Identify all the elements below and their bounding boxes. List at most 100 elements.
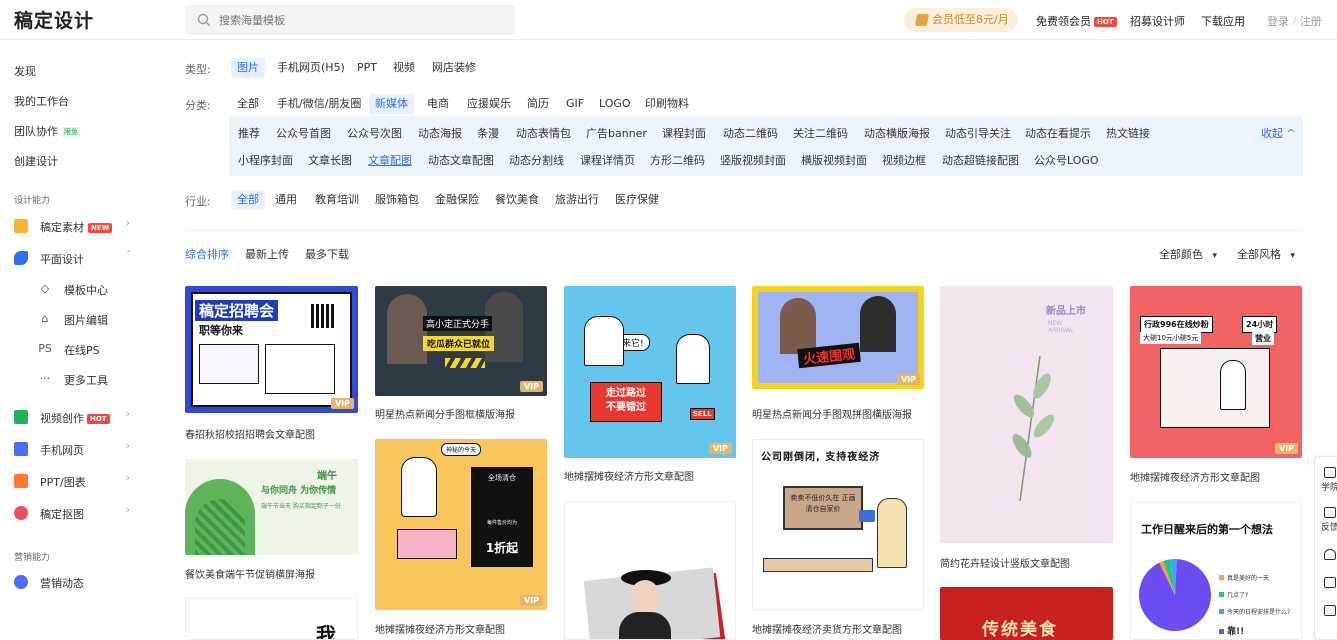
ind-education[interactable]: 教育培训 xyxy=(309,190,365,210)
card-caption[interactable]: 地摊摆摊夜经济方形文章配图 xyxy=(1130,469,1260,484)
subcat-subRow2-11[interactable]: 公众号LOGO xyxy=(1034,152,1099,168)
sidebar-item-h5[interactable]: 手机网页 › xyxy=(14,439,144,459)
template-card[interactable] xyxy=(564,501,736,640)
subcat-subRow1-1[interactable]: 公众号首图 xyxy=(276,125,331,141)
ind-all[interactable]: 全部 xyxy=(231,190,265,210)
cat-print[interactable]: 印刷物料 xyxy=(639,94,695,114)
ind-medical[interactable]: 医疗保健 xyxy=(609,190,665,210)
subcat-subRow2-6[interactable]: 方形二维码 xyxy=(650,152,705,168)
template-card[interactable]: 火速围观 VIP xyxy=(752,286,924,389)
cat-ecommerce[interactable]: 电商 xyxy=(421,94,455,114)
card-caption[interactable]: 餐饮美食端午节促销横屏海报 xyxy=(185,566,315,581)
subcat-subRow1-0[interactable]: 推荐 xyxy=(238,125,260,141)
cat-entertainment[interactable]: 应援娱乐 xyxy=(461,94,517,114)
subcat-subRow2-3[interactable]: 动态文章配图 xyxy=(428,152,494,168)
feedback-button[interactable]: 反馈 xyxy=(1315,507,1337,533)
ind-travel[interactable]: 旅游出行 xyxy=(549,190,605,210)
sidebar-item-graphic[interactable]: 平面设计 ˆ xyxy=(14,248,144,268)
subcat-subRow1-6[interactable]: 广告banner xyxy=(586,125,647,141)
type-ppt[interactable]: PPT xyxy=(351,58,383,78)
sort-most-downloaded[interactable]: 最多下载 xyxy=(305,246,349,262)
subcat-subRow2-7[interactable]: 竖版视频封面 xyxy=(720,152,786,168)
template-card[interactable]: 工作日醒来后的第一个想法 真是美好的一天 几点了? 今天的日程安排是什么? 靠!! xyxy=(1130,502,1302,640)
template-card[interactable]: 端午 与你同舟 为你传情 端午节当天 购买指定粽子一份 xyxy=(185,459,358,555)
subcat-subRow1-10[interactable]: 动态横版海报 xyxy=(864,125,930,141)
sidebar-sub-more-tools[interactable]: ··· 更多工具 xyxy=(38,369,148,389)
template-card[interactable]: 神秘的今天 全场清仓 每件售价均为 1折起 VIP xyxy=(375,439,547,610)
subcat-subRow1-5[interactable]: 动态表情包 xyxy=(516,125,571,141)
type-h5[interactable]: 手机网页(H5) xyxy=(271,58,351,78)
message-button[interactable] xyxy=(1315,577,1337,590)
search-box[interactable] xyxy=(185,5,515,35)
sidebar-item-ppt[interactable]: PPT/图表 › xyxy=(14,471,144,491)
free-vip-link[interactable]: 免费领会员 HOT xyxy=(1036,13,1117,29)
template-card[interactable]: 稿定招聘会 职等你来 VIP xyxy=(185,286,358,413)
recruit-designer-link[interactable]: 招募设计师 xyxy=(1130,13,1185,29)
type-video[interactable]: 视频 xyxy=(387,58,421,78)
card-caption[interactable]: 春招秋招校招招聘会文章配图 xyxy=(185,426,315,441)
template-card[interactable]: 来它! 走过路过 不要错过 SELL VIP xyxy=(564,286,736,458)
sort-comprehensive[interactable]: 综合排序 xyxy=(185,246,229,262)
cat-gif[interactable]: GIF xyxy=(560,94,590,114)
subcat-subRow2-5[interactable]: 课程详情页 xyxy=(580,152,635,168)
subcat-subRow1-8[interactable]: 动态二维码 xyxy=(723,125,778,141)
subcat-subRow2-1[interactable]: 文章长图 xyxy=(308,152,352,168)
subcat-subRow1-3[interactable]: 动态海报 xyxy=(418,125,462,141)
cat-all[interactable]: 全部 xyxy=(231,94,265,114)
subcat-subRow2-2[interactable]: 文章配图 xyxy=(368,152,412,168)
subcat-subRow1-7[interactable]: 课程封面 xyxy=(662,125,706,141)
subcat-subRow1-13[interactable]: 热文链接 xyxy=(1106,125,1150,141)
subcat-subRow1-4[interactable]: 条漫 xyxy=(477,125,499,141)
login-link[interactable]: 登录 xyxy=(1267,15,1289,28)
color-dropdown[interactable]: 全部颜色 ▾ xyxy=(1159,246,1217,262)
subcat-subRow1-12[interactable]: 动态在看提示 xyxy=(1025,125,1091,141)
sidebar-item-material[interactable]: 稿定素材 NEW › xyxy=(14,216,144,236)
subcat-subRow2-0[interactable]: 小程序封面 xyxy=(238,152,293,168)
sidebar-item-workspace[interactable]: 我的工作台 xyxy=(14,93,69,109)
subcat-subRow2-10[interactable]: 动态超链接配图 xyxy=(942,152,1019,168)
style-dropdown[interactable]: 全部风格 ▾ xyxy=(1237,246,1295,262)
sidebar-item-video[interactable]: 视频创作 HOT › xyxy=(14,407,144,427)
card-caption[interactable]: 简约花卉轻设计竖版文章配图 xyxy=(940,555,1070,570)
template-card[interactable]: 公司刚倒闭, 支持夜经济 卖卖不低价久在 正画清仓自家价 xyxy=(752,439,924,610)
subcat-subRow1-2[interactable]: 公众号次图 xyxy=(347,125,402,141)
brand-logo[interactable]: 稿定设计 xyxy=(14,6,94,33)
ind-general[interactable]: 通用 xyxy=(269,190,303,210)
card-caption[interactable]: 地摊摆摊夜经济方形文章配图 xyxy=(564,468,694,483)
help-button[interactable] xyxy=(1315,605,1337,618)
subcat-subRow1-11[interactable]: 动态引导关注 xyxy=(945,125,1011,141)
sidebar-sub-online-ps[interactable]: PS 在线PS xyxy=(38,339,148,359)
type-image[interactable]: 图片 xyxy=(231,58,265,78)
sidebar-item-marketing[interactable]: 营销动态 xyxy=(14,572,144,592)
sidebar-item-create[interactable]: 创建设计 xyxy=(14,153,58,169)
ind-fashion[interactable]: 服饰箱包 xyxy=(369,190,425,210)
cat-resume[interactable]: 简历 xyxy=(521,94,555,114)
cat-new-media[interactable]: 新媒体 xyxy=(369,94,414,114)
subcat-subRow1-9[interactable]: 关注二维码 xyxy=(793,125,848,141)
sort-newest[interactable]: 最新上传 xyxy=(245,246,289,262)
subcat-subRow2-4[interactable]: 动态分割线 xyxy=(509,152,564,168)
template-card[interactable]: 高小定正式分手 吃瓜群众已就位 VIP xyxy=(375,286,547,396)
download-app-link[interactable]: 下载应用 xyxy=(1201,13,1245,29)
vip-price-badge[interactable]: 会员低至8元/月 xyxy=(904,8,1018,32)
support-button[interactable] xyxy=(1315,549,1337,562)
sidebar-sub-image-edit[interactable]: ⌂ 图片编辑 xyxy=(38,309,148,329)
template-card[interactable]: 新品上市 NEW ARRIVAL xyxy=(940,286,1113,543)
type-shop[interactable]: 网店装修 xyxy=(426,58,482,78)
subcat-subRow2-8[interactable]: 横版视频封面 xyxy=(801,152,867,168)
card-caption[interactable]: 地摊摆摊夜经济卖货方形文章配图 xyxy=(752,621,902,636)
template-card[interactable]: 行政996在线炒粉 24小时 营业 大碗10元小碗5元 VIP xyxy=(1130,286,1302,458)
ind-food[interactable]: 餐饮美食 xyxy=(489,190,545,210)
card-caption[interactable]: 地摊摆摊夜经济方形文章配图 xyxy=(375,621,505,636)
sidebar-item-discover[interactable]: 发现 xyxy=(14,63,36,79)
sidebar-item-team[interactable]: 团队协作 限免 xyxy=(14,123,80,139)
template-card[interactable]: 传统美食 xyxy=(940,587,1113,640)
subcat-subRow2-9[interactable]: 视频边框 xyxy=(882,152,926,168)
card-caption[interactable]: 明星热点新闻分手图观拼图横版海报 xyxy=(752,406,912,421)
ind-finance[interactable]: 金融保险 xyxy=(429,190,485,210)
cat-logo[interactable]: LOGO xyxy=(593,94,637,114)
card-caption[interactable]: 明星热点新闻分手图框横版海报 xyxy=(375,406,515,421)
college-button[interactable]: 学院 xyxy=(1315,467,1337,493)
collapse-button[interactable]: 收起 ^ xyxy=(1261,125,1296,141)
search-input[interactable] xyxy=(219,5,499,35)
